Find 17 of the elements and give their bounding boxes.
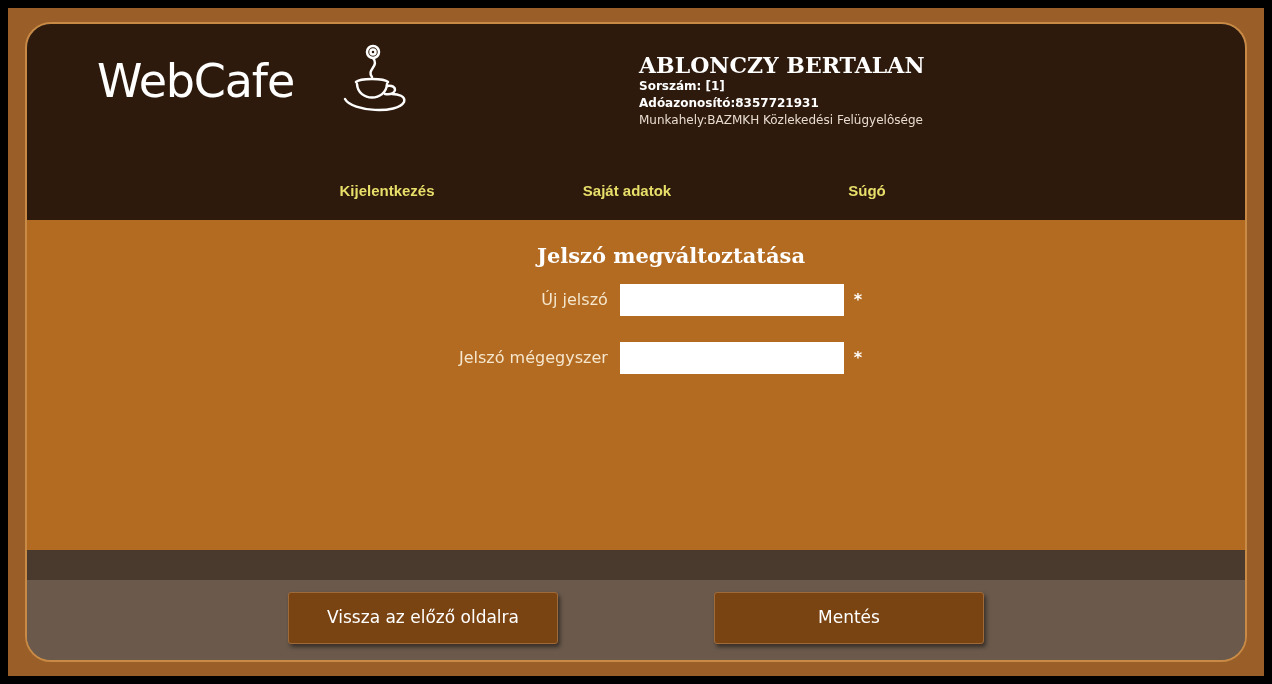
user-detail: Sorszám: [1] [639, 78, 726, 95]
nav-link[interactable]: Súgó [747, 180, 987, 203]
form-title: Jelszó megváltoztatása [534, 242, 806, 270]
nav-link[interactable]: Kijelentkezés [267, 180, 507, 203]
action-button[interactable]: Mentés [714, 592, 984, 644]
field-label: Jelszó mégegyszer [457, 346, 609, 369]
password-field[interactable] [619, 341, 844, 374]
user-detail: Munkahely:BAZMKH Közlekedési Felügyelôsége [639, 112, 924, 129]
nav-link[interactable]: Saját adatok [507, 180, 747, 203]
action-button[interactable]: Vissza az előző oldalra [288, 592, 558, 644]
required-mark: * [853, 288, 863, 311]
required-mark: * [853, 346, 863, 369]
password-field[interactable] [619, 283, 844, 316]
user-detail: Adóazonosító:8357721931 [639, 95, 820, 112]
logo-text: WebCafe [97, 53, 295, 110]
user-name: ABLONCZY BERTALAN [639, 52, 925, 78]
field-label: Új jelszó [540, 288, 609, 311]
